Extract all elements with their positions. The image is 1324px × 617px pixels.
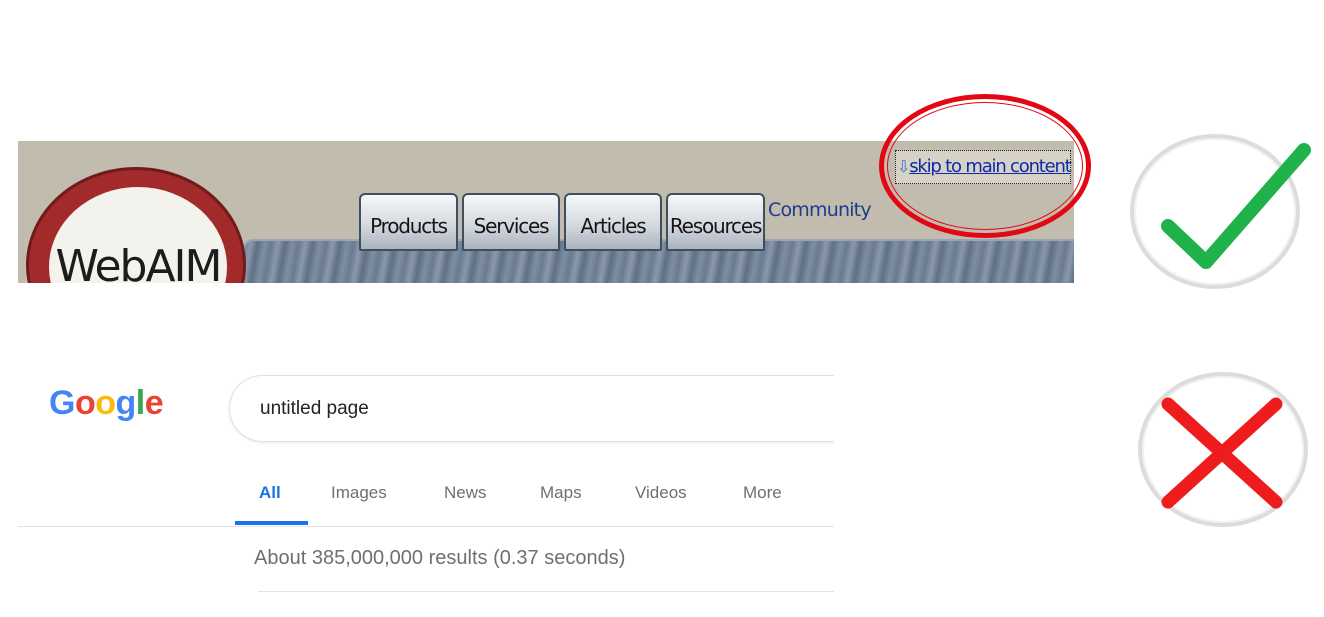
results-divider bbox=[258, 591, 834, 592]
active-tab-underline bbox=[235, 521, 308, 525]
crop-edge bbox=[834, 360, 854, 610]
search-query-text: untitled page bbox=[260, 398, 369, 419]
tab-images[interactable]: Images bbox=[331, 483, 387, 503]
correct-badge bbox=[1130, 134, 1311, 289]
incorrect-badge bbox=[1138, 372, 1308, 527]
nav-tab-services[interactable]: Services bbox=[462, 193, 560, 251]
logo-letter: G bbox=[49, 384, 75, 422]
nav-tab-articles[interactable]: Articles bbox=[564, 193, 662, 251]
logo-letter: o bbox=[95, 384, 116, 422]
cross-icon bbox=[1161, 397, 1283, 509]
search-input[interactable]: untitled page bbox=[229, 375, 849, 442]
tab-maps[interactable]: Maps bbox=[540, 483, 582, 503]
logo-letter: l bbox=[135, 384, 145, 422]
tab-all[interactable]: All bbox=[259, 483, 281, 503]
tabs-divider bbox=[18, 526, 834, 527]
tab-news[interactable]: News bbox=[444, 483, 487, 503]
nav-tab-resources[interactable]: Resources bbox=[666, 193, 765, 251]
checkmark-icon bbox=[1161, 143, 1311, 269]
logo-inner: WebAIM bbox=[49, 187, 227, 283]
tab-videos[interactable]: Videos bbox=[635, 483, 687, 503]
logo-letter: e bbox=[144, 384, 164, 422]
highlight-ellipse bbox=[879, 94, 1091, 238]
logo-letter: g bbox=[115, 384, 137, 422]
nav-tab-products[interactable]: Products bbox=[359, 193, 458, 251]
webaim-logo[interactable]: WebAIM bbox=[26, 167, 246, 283]
google-logo[interactable]: Google bbox=[49, 384, 164, 423]
nav-link-community[interactable]: Community bbox=[768, 199, 872, 221]
tab-more[interactable]: More bbox=[743, 483, 782, 503]
logo-text: WebAIM bbox=[55, 241, 223, 283]
logo-letter: o bbox=[74, 384, 96, 422]
result-stats: About 385,000,000 results (0.37 seconds) bbox=[254, 547, 626, 569]
